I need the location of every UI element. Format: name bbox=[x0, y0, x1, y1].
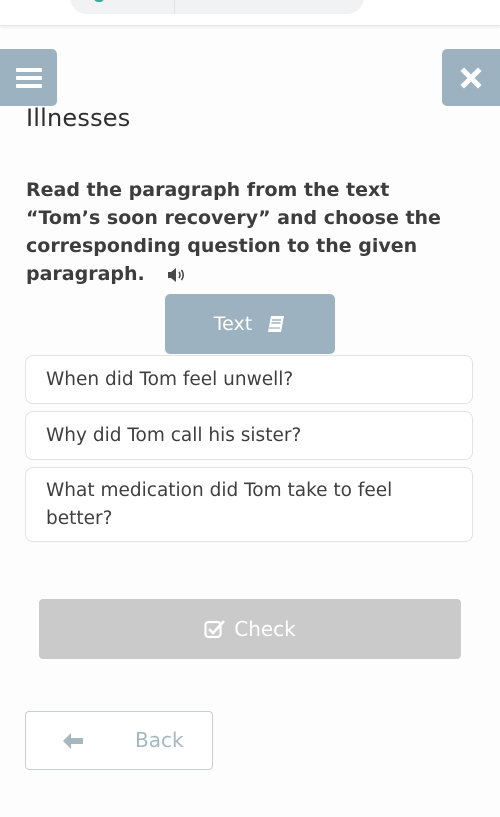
instruction-text: Read the paragraph from the text “Tom’s … bbox=[26, 179, 441, 285]
back-button-label: Back bbox=[135, 728, 184, 752]
lesson-title: Illnesses bbox=[26, 104, 131, 132]
back-button[interactable]: Back bbox=[25, 711, 213, 770]
check-button-label: Check bbox=[234, 617, 296, 641]
text-button[interactable]: Text bbox=[165, 294, 335, 354]
close-icon bbox=[460, 66, 482, 89]
text-button-label: Text bbox=[213, 313, 253, 335]
answer-option-label: What medication did Tom take to feel bet… bbox=[46, 479, 393, 529]
speaker-icon[interactable] bbox=[167, 267, 187, 283]
checkbox-icon bbox=[204, 620, 226, 639]
answer-option[interactable]: What medication did Tom take to feel bet… bbox=[25, 467, 473, 542]
book-icon bbox=[268, 316, 285, 332]
close-button[interactable] bbox=[442, 49, 500, 106]
address-bar-divider bbox=[174, 0, 175, 14]
site-icon bbox=[94, 0, 104, 2]
hamburger-icon bbox=[15, 67, 42, 88]
browser-top-bar bbox=[0, 0, 500, 26]
answer-option-label: When did Tom feel unwell? bbox=[46, 368, 294, 390]
answer-option-label: Why did Tom call his sister? bbox=[46, 424, 302, 446]
check-button[interactable]: Check bbox=[39, 599, 461, 659]
arrow-left-icon bbox=[63, 733, 83, 749]
task-instruction: Read the paragraph from the text “Tom’s … bbox=[26, 176, 466, 288]
menu-button[interactable] bbox=[0, 49, 57, 106]
answer-option[interactable]: Why did Tom call his sister? bbox=[25, 411, 473, 460]
address-bar[interactable] bbox=[70, 0, 364, 14]
answer-option[interactable]: When did Tom feel unwell? bbox=[25, 355, 473, 404]
